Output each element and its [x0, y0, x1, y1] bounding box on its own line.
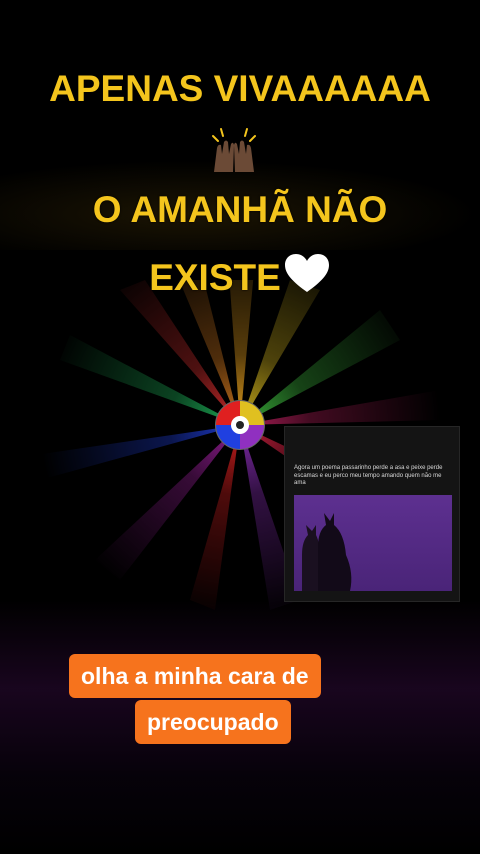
raising-hands-icon — [212, 128, 256, 172]
headline-line-3-text: EXISTE — [149, 257, 281, 298]
caption-line-2: preocupado — [135, 700, 291, 744]
post-card: Agora um poema passarinho perde a asa e … — [284, 426, 460, 602]
caption-line-1: olha a minha cara de — [69, 654, 321, 698]
cats-silhouette-image — [302, 513, 352, 591]
white-heart-icon — [284, 254, 329, 292]
headline-line-3: EXISTE — [0, 252, 480, 299]
post-photo — [294, 495, 452, 591]
headline-line-1: APENAS VIVAAAAAA — [49, 68, 431, 109]
headline-line-2: O AMANHÃ NÃO — [92, 189, 388, 230]
post-text: Agora um poema passarinho perde a asa e … — [294, 465, 443, 486]
